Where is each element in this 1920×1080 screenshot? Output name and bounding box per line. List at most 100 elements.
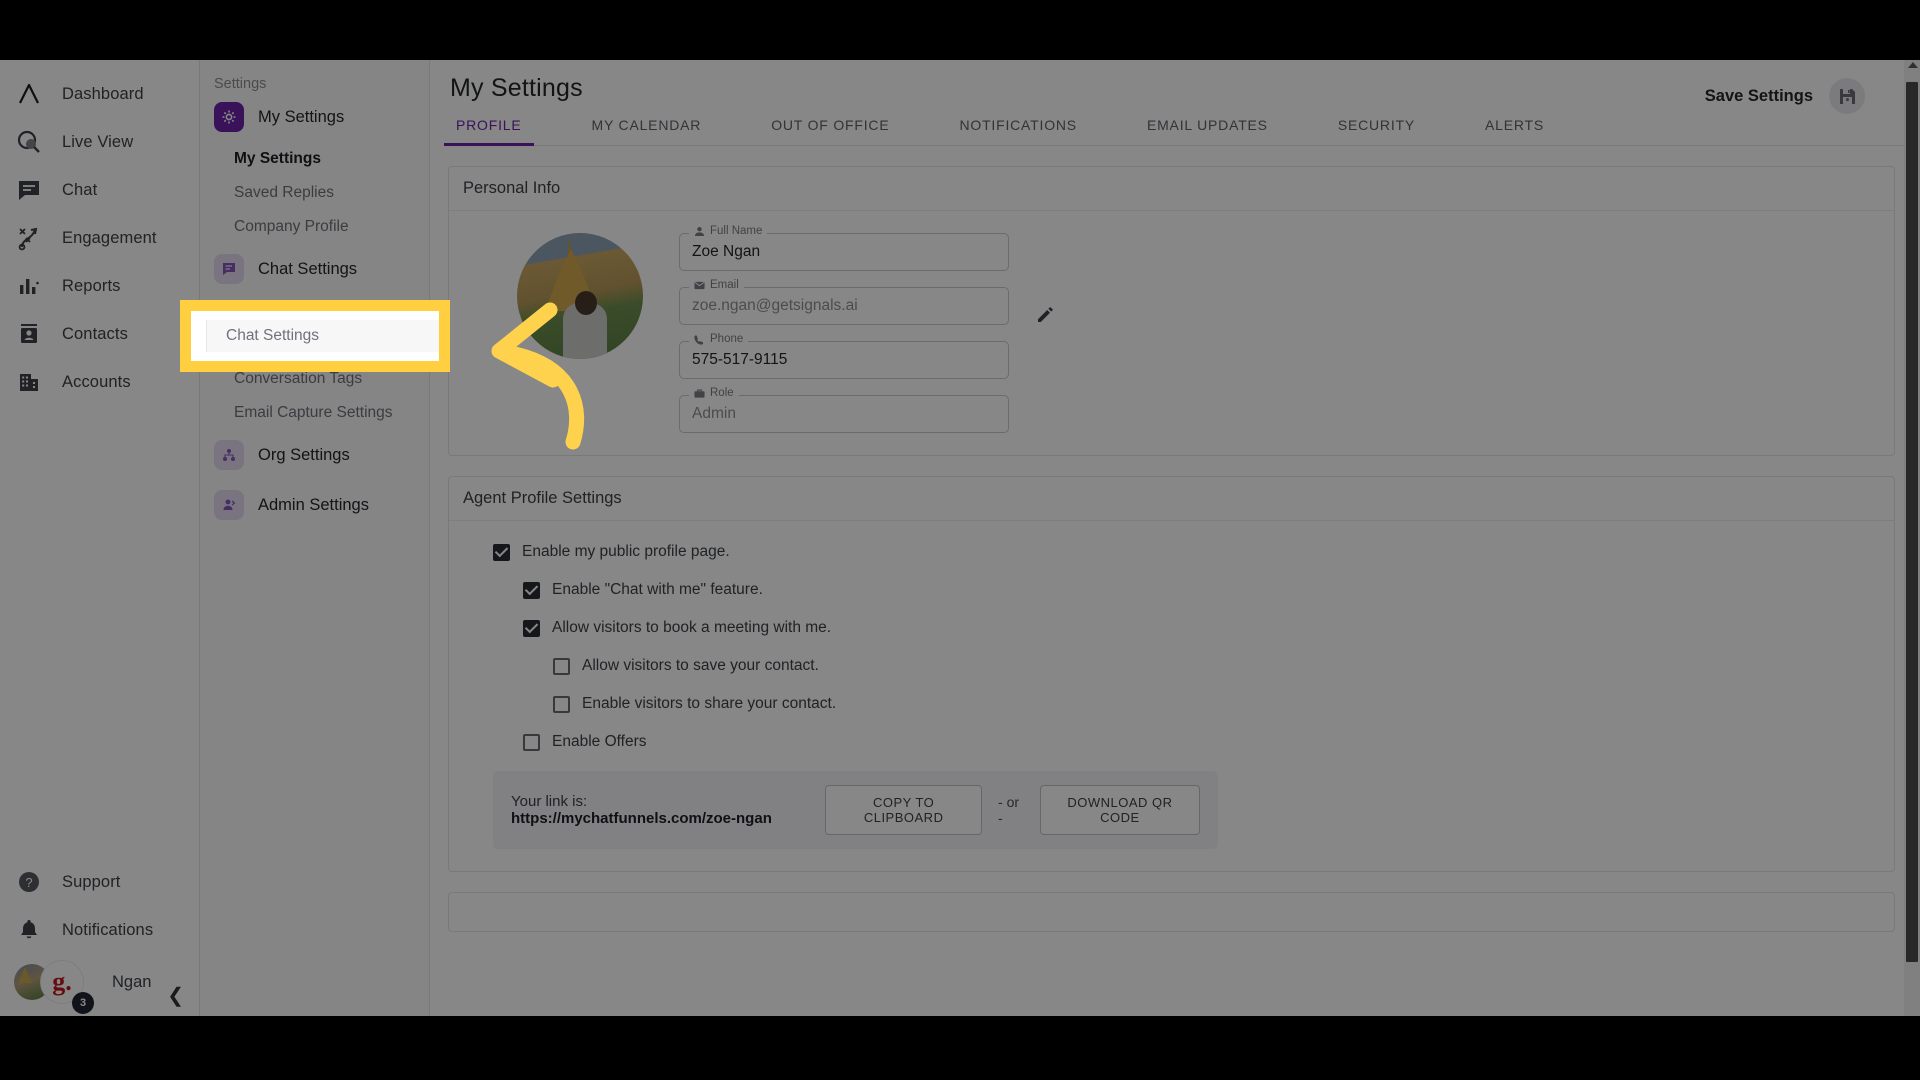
email-legend: Email bbox=[689, 279, 744, 291]
tab-alerts[interactable]: ALERTS bbox=[1485, 117, 1544, 145]
pencil-icon[interactable] bbox=[1035, 304, 1055, 329]
dashboard-icon bbox=[14, 79, 44, 109]
secondary-nav-list: ? Support Notifications g. 3 Ngan ❮ bbox=[0, 858, 200, 1016]
sidebar-label: Notifications bbox=[62, 920, 154, 939]
personal-info-fields: Full Name Zoe Ngan Email zoe.ngan@getsig… bbox=[679, 225, 1053, 433]
save-disk-icon[interactable] bbox=[1829, 78, 1865, 114]
legend-text: Phone bbox=[710, 333, 744, 345]
highlight-callout-box[interactable]: Chat Settings bbox=[180, 300, 450, 372]
settings-item-company-profile[interactable]: Company Profile bbox=[200, 210, 429, 244]
tab-profile[interactable]: PROFILE bbox=[444, 117, 533, 146]
email-input[interactable]: zoe.ngan@getsignals.ai bbox=[679, 287, 1009, 325]
sidebar-label: Chat bbox=[62, 180, 98, 199]
phone-legend: Phone bbox=[689, 333, 749, 345]
settings-item-email-capture-settings[interactable]: Email Capture Settings bbox=[200, 396, 429, 430]
copy-to-clipboard-button[interactable]: COPY TO CLIPBOARD bbox=[825, 785, 983, 835]
settings-sidebar-header: Settings bbox=[214, 76, 267, 92]
settings-group-label: My Settings bbox=[258, 107, 345, 126]
email-field-wrap: Email zoe.ngan@getsignals.ai bbox=[679, 279, 1053, 325]
checkbox-label: Enable my public profile page. bbox=[522, 543, 730, 560]
checkbox-share-contact[interactable] bbox=[553, 695, 570, 713]
tab-email-updates[interactable]: EMAIL UPDATES bbox=[1147, 117, 1268, 145]
bell-icon bbox=[14, 915, 44, 945]
notification-count-badge: 3 bbox=[72, 992, 94, 1014]
sidebar-item-reports[interactable]: Reports bbox=[0, 262, 199, 310]
tab-my-calendar[interactable]: MY CALENDAR bbox=[592, 117, 702, 145]
sidebar-item-notifications[interactable]: Notifications bbox=[0, 906, 200, 954]
settings-group-org-settings[interactable]: Org Settings bbox=[200, 430, 429, 480]
bottom-black-bar bbox=[0, 1016, 1920, 1080]
profile-photo[interactable] bbox=[517, 233, 643, 359]
legend-text: Email bbox=[710, 279, 739, 291]
full-name-legend: Full Name bbox=[689, 225, 768, 237]
save-settings-control[interactable]: Save Settings bbox=[1705, 78, 1865, 114]
checkbox-row-book-meeting[interactable]: Allow visitors to book a meeting with me… bbox=[523, 619, 1878, 637]
sidebar-item-support[interactable]: ? Support bbox=[0, 858, 200, 906]
settings-group-label: Chat Settings bbox=[258, 259, 358, 278]
phone-field-wrap: Phone 575-517-9115 bbox=[679, 333, 1009, 379]
personal-info-body: Full Name Zoe Ngan Email zoe.ngan@getsig… bbox=[449, 211, 1894, 455]
tab-out-of-office[interactable]: OUT OF OFFICE bbox=[771, 117, 889, 145]
main-header: My Settings Save Settings PROFILE MY CAL… bbox=[430, 60, 1920, 146]
agent-profile-settings-card: Agent Profile Settings Enable my public … bbox=[448, 476, 1895, 872]
or-separator: - or - bbox=[998, 794, 1020, 826]
scroll-up-arrow-icon[interactable] bbox=[1908, 62, 1918, 68]
chat-icon bbox=[14, 175, 44, 205]
sidebar-item-live-view[interactable]: Live View bbox=[0, 118, 199, 166]
link-prefix-label: Your link is: https://mychatfunnels.com/… bbox=[511, 793, 809, 827]
sidebar-item-accounts[interactable]: Accounts bbox=[0, 358, 199, 406]
main-content-area: My Settings Save Settings PROFILE MY CAL… bbox=[430, 60, 1920, 1016]
checkbox-book-meeting[interactable] bbox=[523, 619, 540, 637]
checkbox-row-save-contact[interactable]: Allow visitors to save your contact. bbox=[553, 657, 1878, 675]
full-name-input[interactable]: Zoe Ngan bbox=[679, 233, 1009, 271]
public-link-url[interactable]: https://mychatfunnels.com/zoe-ngan bbox=[511, 810, 772, 827]
checkbox-label: Enable "Chat with me" feature. bbox=[552, 581, 763, 598]
phone-icon bbox=[694, 334, 704, 345]
link-prefix-text: Your link is: bbox=[511, 793, 588, 810]
checkbox-row-public-profile[interactable]: Enable my public profile page. bbox=[493, 543, 1878, 561]
accounts-icon bbox=[14, 367, 44, 397]
envelope-icon bbox=[694, 281, 705, 289]
sidebar-label: Engagement bbox=[62, 228, 157, 247]
sidebar-label: Support bbox=[62, 872, 121, 891]
page-title: My Settings bbox=[450, 74, 583, 102]
settings-group-admin-settings[interactable]: Admin Settings bbox=[200, 480, 429, 530]
left-navigation-sidebar: Dashboard Live View Chat Engagement Repo… bbox=[0, 60, 200, 1016]
checkbox-row-chat-with-me[interactable]: Enable "Chat with me" feature. bbox=[523, 581, 1878, 599]
settings-item-my-settings[interactable]: My Settings bbox=[200, 142, 429, 176]
svg-text:?: ? bbox=[25, 875, 32, 890]
sidebar-item-engagement[interactable]: Engagement bbox=[0, 214, 199, 262]
tab-security[interactable]: SECURITY bbox=[1338, 117, 1415, 145]
settings-group-chat-settings[interactable]: Chat Settings bbox=[200, 244, 429, 294]
checkbox-enable-offers[interactable] bbox=[523, 733, 540, 751]
reports-icon bbox=[14, 271, 44, 301]
checkbox-public-profile[interactable] bbox=[493, 543, 510, 561]
chevron-left-icon[interactable]: ❮ bbox=[167, 986, 184, 1006]
person-icon bbox=[695, 226, 704, 236]
scrollbar-thumb[interactable] bbox=[1906, 82, 1918, 962]
vertical-scrollbar[interactable] bbox=[1904, 60, 1920, 1016]
sidebar-item-dashboard[interactable]: Dashboard bbox=[0, 70, 199, 118]
user-name-label: Ngan bbox=[112, 972, 152, 991]
sidebar-label: Accounts bbox=[62, 372, 131, 391]
checkbox-row-enable-offers[interactable]: Enable Offers bbox=[523, 733, 1878, 751]
full-name-field-wrap: Full Name Zoe Ngan bbox=[679, 225, 1009, 271]
briefcase-icon bbox=[694, 388, 705, 398]
checkbox-save-contact[interactable] bbox=[553, 657, 570, 675]
person-head-shape bbox=[575, 291, 597, 315]
checkbox-chat-with-me[interactable] bbox=[523, 581, 540, 599]
settings-item-saved-replies[interactable]: Saved Replies bbox=[200, 176, 429, 210]
settings-group-label: Org Settings bbox=[258, 445, 350, 464]
sidebar-item-chat[interactable]: Chat bbox=[0, 166, 199, 214]
sidebar-item-contacts[interactable]: Contacts bbox=[0, 310, 199, 358]
role-input[interactable]: Admin bbox=[679, 395, 1009, 433]
phone-input[interactable]: 575-517-9115 bbox=[679, 341, 1009, 379]
highlight-label[interactable]: Chat Settings bbox=[207, 327, 319, 345]
legend-text: Role bbox=[710, 387, 734, 399]
download-qr-code-button[interactable]: DOWNLOAD QR CODE bbox=[1039, 785, 1200, 835]
top-black-bar bbox=[0, 0, 1920, 60]
settings-group-my-settings[interactable]: My Settings bbox=[200, 92, 429, 142]
personal-info-title: Personal Info bbox=[449, 167, 1894, 211]
checkbox-row-share-contact[interactable]: Enable visitors to share your contact. bbox=[553, 695, 1878, 713]
tab-notifications[interactable]: NOTIFICATIONS bbox=[959, 117, 1076, 145]
